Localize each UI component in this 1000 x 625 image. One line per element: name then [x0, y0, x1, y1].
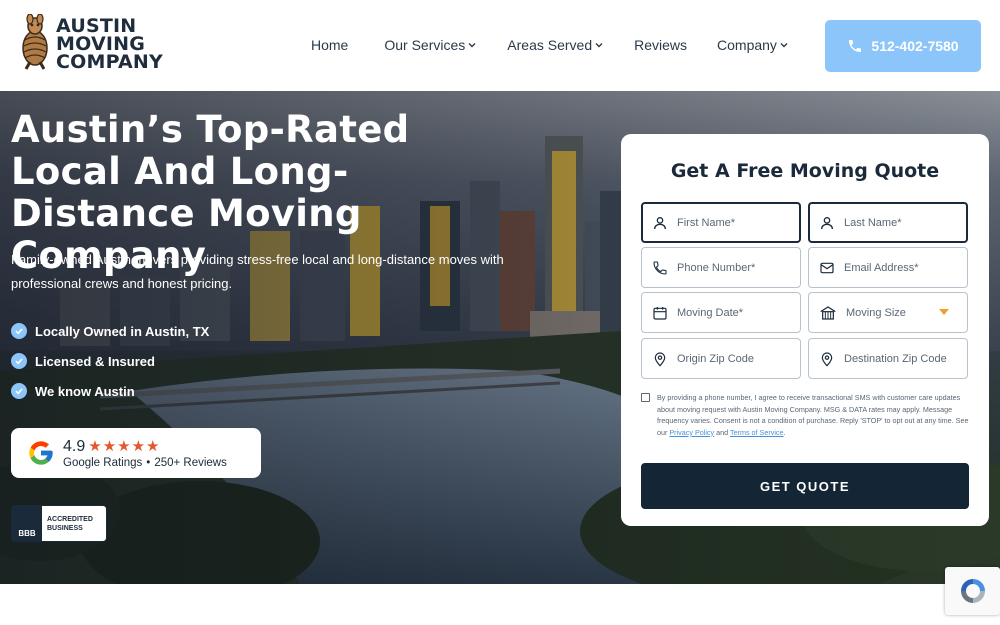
- moving-date-field[interactable]: Moving Date*: [641, 292, 801, 333]
- consent-and: and: [714, 427, 730, 437]
- house-icon: [820, 305, 836, 320]
- logo-wordmark: AUSTIN MOVING COMPANY: [56, 17, 163, 73]
- bbb-line: ACCREDITED: [47, 515, 93, 523]
- feature-item: Licensed & Insured: [11, 346, 209, 376]
- google-logo-icon: [29, 441, 53, 465]
- field-placeholder: Destination Zip Code: [844, 352, 947, 365]
- consent-checkbox[interactable]: [641, 393, 650, 402]
- quote-form-title: Get A Free Moving Quote: [670, 160, 940, 182]
- bbb-accredited-badge[interactable]: BBB ACCREDITED BUSINESS: [11, 505, 107, 542]
- nav-item-reviews[interactable]: Reviews: [634, 37, 687, 53]
- quote-form-card: Get A Free Moving Quote First Name* Last…: [621, 134, 989, 526]
- phone-icon: [653, 260, 667, 275]
- bbb-label: ACCREDITED BUSINESS: [47, 515, 93, 533]
- nav-item-home[interactable]: Home: [311, 37, 348, 53]
- logo-line: COMPANY: [56, 51, 163, 73]
- nav-item-company[interactable]: Company: [717, 37, 788, 53]
- feature-item: We know Austin: [11, 376, 209, 406]
- last-name-field[interactable]: Last Name*: [808, 202, 968, 243]
- email-field[interactable]: Email Address*: [808, 247, 968, 288]
- review-count: 250+ Reviews: [154, 457, 227, 469]
- nav-item-label: Our Services: [384, 37, 466, 53]
- call-phone-button[interactable]: 512-402-7580: [825, 20, 981, 72]
- feature-label: Locally Owned in Austin, TX: [35, 323, 210, 339]
- destination-zip-field[interactable]: Destination Zip Code: [808, 338, 968, 379]
- nav-item-areas-served[interactable]: Areas Served: [507, 37, 603, 53]
- separator-dot: •: [146, 457, 151, 469]
- armadillo-mascot-icon: [16, 13, 54, 74]
- location-pin-icon: [821, 351, 833, 367]
- checkmark-icon: [11, 323, 27, 339]
- rating-meta: Google Ratings • 250+ Reviews: [63, 457, 227, 469]
- moving-size-select[interactable]: Moving Size: [808, 292, 968, 333]
- google-rating-badge[interactable]: 4.9 ★★★★★ Google Ratings • 250+ Reviews: [11, 428, 261, 478]
- recaptcha-icon: [960, 579, 985, 603]
- rating-text: 4.9 ★★★★★ Google Ratings • 250+ Reviews: [63, 437, 227, 469]
- bbb-line: BUSINESS: [47, 524, 83, 532]
- checkmark-icon: [11, 353, 27, 369]
- site-header: AUSTIN MOVING COMPANY Home Our Services …: [0, 0, 1000, 91]
- origin-zip-field[interactable]: Origin Zip Code: [641, 338, 801, 379]
- phone-number-field[interactable]: Phone Number*: [641, 247, 801, 288]
- nav-item-our-services[interactable]: Our Services: [384, 37, 476, 53]
- chevron-down-icon: [780, 43, 788, 48]
- nav-item-label: Reviews: [634, 37, 688, 53]
- consent-end: .: [783, 427, 786, 437]
- nav-item-label: Company: [717, 37, 777, 53]
- sms-consent: By providing a phone number, I agree to …: [641, 392, 971, 438]
- rating-score: 4.9: [63, 438, 86, 455]
- rating-source: Google Ratings: [63, 457, 143, 469]
- get-quote-button[interactable]: GET QUOTE: [641, 463, 969, 509]
- select-value: Moving Size: [846, 306, 906, 319]
- chevron-down-icon: [595, 43, 603, 48]
- bbb-seal-icon: BBB: [12, 506, 42, 541]
- feature-label: Licensed & Insured: [35, 353, 155, 369]
- feature-list: Locally Owned in Austin, TX Licensed & I…: [11, 316, 209, 406]
- recaptcha-badge[interactable]: [945, 567, 1000, 615]
- terms-of-service-link[interactable]: Terms of Service: [730, 428, 784, 437]
- privacy-policy-link[interactable]: Privacy Policy: [669, 428, 714, 437]
- phone-icon: [849, 40, 862, 52]
- chevron-down-icon: [468, 43, 476, 48]
- nav-item-label: Areas Served: [507, 37, 593, 53]
- consent-text: By providing a phone number, I agree to …: [641, 392, 971, 438]
- field-placeholder: Origin Zip Code: [677, 352, 755, 365]
- bbb-seal-text: BBB: [18, 529, 36, 538]
- user-icon: [654, 216, 666, 229]
- feature-label: We know Austin: [35, 383, 135, 399]
- user-icon: [821, 216, 833, 229]
- field-placeholder: First Name*: [677, 216, 736, 229]
- main-nav: Home Our Services Areas Served Reviews C…: [311, 37, 788, 53]
- site-logo[interactable]: AUSTIN MOVING COMPANY: [16, 13, 163, 74]
- phone-number: 512-402-7580: [871, 38, 959, 54]
- location-pin-icon: [654, 351, 666, 367]
- field-placeholder: Moving Date*: [677, 306, 744, 319]
- feature-item: Locally Owned in Austin, TX: [11, 316, 209, 346]
- nav-item-label: Home: [311, 37, 349, 53]
- calendar-icon: [653, 306, 667, 320]
- checkmark-icon: [11, 383, 27, 399]
- first-name-field[interactable]: First Name*: [641, 202, 801, 243]
- rating-line: 4.9 ★★★★★: [63, 437, 227, 456]
- field-placeholder: Last Name*: [844, 216, 902, 229]
- hero-subtitle: Family-owned Austin movers providing str…: [11, 252, 504, 291]
- dropdown-caret-icon: [939, 309, 949, 315]
- rating-stars: ★★★★★: [88, 438, 161, 455]
- field-placeholder: Phone Number*: [677, 261, 756, 274]
- envelope-icon: [820, 262, 834, 273]
- field-placeholder: Email Address*: [844, 261, 919, 274]
